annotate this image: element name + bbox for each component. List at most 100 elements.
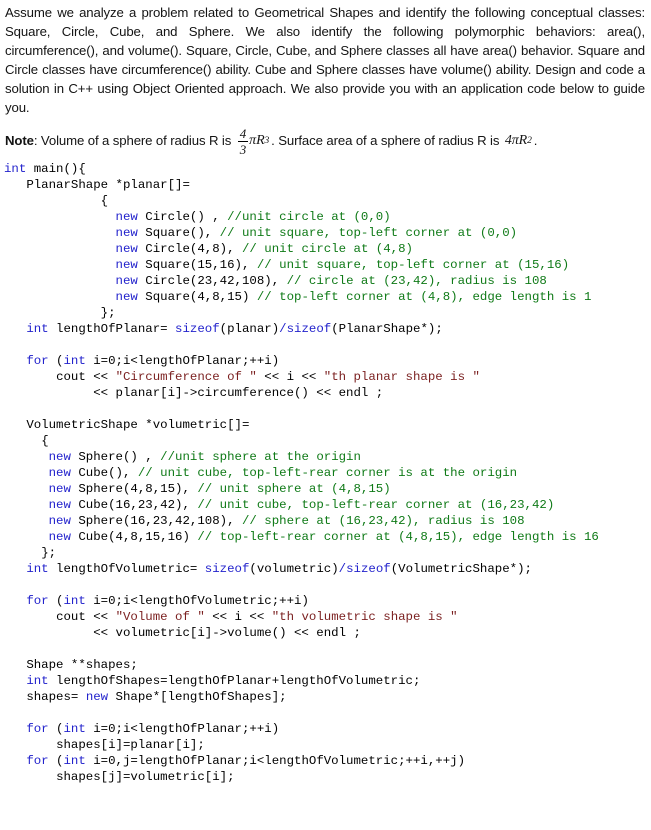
code-text: shapes= bbox=[4, 690, 86, 704]
code-line: { bbox=[4, 193, 647, 209]
code-keyword: for bbox=[26, 594, 49, 608]
code-string: "Circumference of " bbox=[115, 370, 257, 384]
code-text: cout << bbox=[4, 370, 116, 384]
code-text: i=0;i<lengthOfVolumetric;++i) bbox=[85, 594, 309, 608]
note-text-2: . Surface area of a sphere of radius R i… bbox=[271, 133, 500, 148]
code-text: << planar[i]->circumference() << endl ; bbox=[4, 386, 384, 400]
code-line: new Sphere() , //unit sphere at the orig… bbox=[4, 449, 647, 465]
code-line: int lengthOfVolumetric= sizeof(volumetri… bbox=[4, 561, 647, 577]
code-operator: / bbox=[338, 562, 347, 576]
code-line: new Square(15,16), // unit square, top-l… bbox=[4, 257, 647, 273]
note-text-3: . bbox=[533, 133, 538, 148]
code-line: for (int i=0;i<lengthOfVolumetric;++i) bbox=[4, 593, 647, 609]
intro-paragraph: Assume we analyze a problem related to G… bbox=[5, 5, 645, 115]
code-line: new Sphere(16,23,42,108), // sphere at (… bbox=[4, 513, 647, 529]
code-keyword: int bbox=[63, 754, 86, 768]
code-text: Cube(4,8,15,16) bbox=[70, 530, 198, 544]
fraction-denominator: 3 bbox=[239, 142, 247, 157]
code-keyword: new bbox=[115, 258, 138, 272]
code-keyword: sizeof bbox=[204, 562, 250, 576]
code-line: << volumetric[i]->volume() << endl ; bbox=[4, 625, 647, 641]
code-text: Circle(23,42,108), bbox=[137, 274, 287, 288]
code-comment: // unit square, top-left corner at (0,0) bbox=[219, 226, 518, 240]
code-keyword: int bbox=[26, 562, 49, 576]
code-line: }; bbox=[4, 545, 647, 561]
code-text: ( bbox=[48, 722, 64, 736]
code-text: Circle(4,8), bbox=[137, 242, 242, 256]
code-comment: // unit square, top-left corner at (15,1… bbox=[256, 258, 570, 272]
code-line: shapes[j]=volumetric[i]; bbox=[4, 769, 647, 785]
code-text: ( bbox=[48, 754, 64, 768]
code-text: VolumetricShape *volumetric[]= bbox=[4, 418, 250, 432]
coefficient-four: 4 bbox=[504, 132, 512, 148]
code-text: Sphere() , bbox=[70, 450, 161, 464]
code-line: new Circle(4,8), // unit circle at (4,8) bbox=[4, 241, 647, 257]
code-keyword: int bbox=[4, 162, 27, 176]
code-text: lengthOfShapes=lengthOfPlanar+lengthOfVo… bbox=[48, 674, 421, 688]
code-line: Shape **shapes; bbox=[4, 657, 647, 673]
code-keyword: for bbox=[26, 722, 49, 736]
radius-symbol: R bbox=[256, 132, 265, 148]
code-text: Circle() , bbox=[137, 210, 228, 224]
code-text: ( bbox=[48, 354, 64, 368]
note-text-1: : Volume of a sphere of radius R is bbox=[33, 133, 232, 148]
code-listing: int main(){ PlanarShape *planar[]= { new… bbox=[4, 161, 647, 785]
code-line: int lengthOfShapes=lengthOfPlanar+length… bbox=[4, 673, 647, 689]
code-keyword: int bbox=[26, 322, 49, 336]
code-operator: / bbox=[279, 322, 287, 336]
code-keyword: sizeof bbox=[346, 562, 391, 576]
code-line: new Circle(23,42,108), // circle at (23,… bbox=[4, 273, 647, 289]
code-line: }; bbox=[4, 305, 647, 321]
code-line: new Square(4,8,15) // top-left corner at… bbox=[4, 289, 647, 305]
code-comment: //unit circle at (0,0) bbox=[227, 210, 391, 224]
code-comment: // unit cube, top-left-rear corner at (1… bbox=[197, 498, 555, 512]
surface-area-formula: 4πR2 bbox=[504, 132, 532, 148]
code-keyword: new bbox=[115, 274, 138, 288]
code-keyword: new bbox=[115, 242, 138, 256]
code-text: shapes[i]=planar[i]; bbox=[4, 738, 205, 752]
code-text: ( bbox=[48, 594, 64, 608]
code-keyword: int bbox=[63, 722, 86, 736]
code-line: new Cube(), // unit cube, top-left-rear … bbox=[4, 465, 647, 481]
code-keyword: new bbox=[48, 514, 71, 528]
code-keyword: sizeof bbox=[175, 322, 220, 336]
code-text: (VolumetricShape*); bbox=[390, 562, 532, 576]
code-text: << i << bbox=[256, 370, 324, 384]
code-line: for (int i=0;i<lengthOfPlanar;++i) bbox=[4, 353, 647, 369]
code-keyword: new bbox=[48, 530, 71, 544]
code-keyword: int bbox=[63, 594, 86, 608]
code-keyword: int bbox=[26, 674, 49, 688]
code-text: Square(), bbox=[137, 226, 220, 240]
code-keyword: new bbox=[115, 226, 138, 240]
code-line: new Cube(4,8,15,16) // top-left-rear cor… bbox=[4, 529, 647, 545]
code-keyword: new bbox=[48, 466, 71, 480]
code-text: Cube(), bbox=[70, 466, 138, 480]
four-thirds-fraction: 4 3 bbox=[237, 127, 249, 157]
code-text: Shape*[lengthOfShapes]; bbox=[108, 690, 287, 704]
code-line: cout << "Circumference of " << i << "th … bbox=[4, 369, 647, 385]
code-text: lengthOfPlanar= bbox=[48, 322, 176, 336]
code-comment: // unit cube, top-left-rear corner is at… bbox=[137, 466, 518, 480]
code-line: { bbox=[4, 433, 647, 449]
code-text: << i << bbox=[204, 610, 272, 624]
code-line: for (int i=0;i<lengthOfPlanar;++i) bbox=[4, 721, 647, 737]
code-keyword: new bbox=[85, 690, 109, 704]
code-line: new Square(), // unit square, top-left c… bbox=[4, 225, 647, 241]
code-text: << volumetric[i]->volume() << endl ; bbox=[4, 626, 361, 640]
code-keyword: new bbox=[115, 210, 138, 224]
code-text: { bbox=[4, 194, 109, 208]
